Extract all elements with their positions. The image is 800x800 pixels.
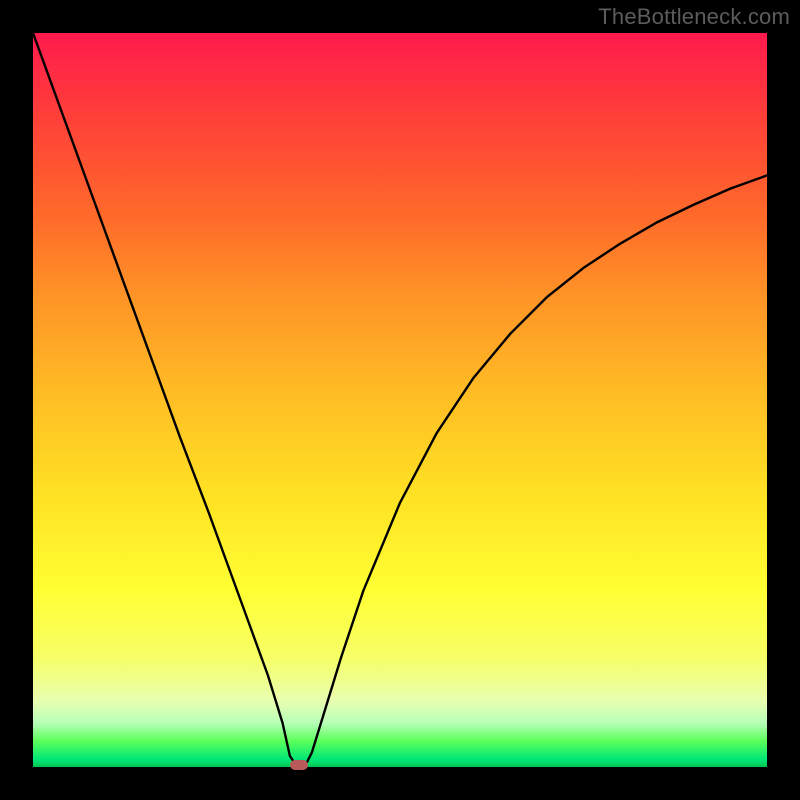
chart-frame: TheBottleneck.com bbox=[0, 0, 800, 800]
plot-area bbox=[33, 33, 767, 767]
watermark-text: TheBottleneck.com bbox=[598, 4, 790, 30]
bottleneck-curve bbox=[33, 33, 767, 767]
minimum-marker bbox=[290, 760, 308, 770]
